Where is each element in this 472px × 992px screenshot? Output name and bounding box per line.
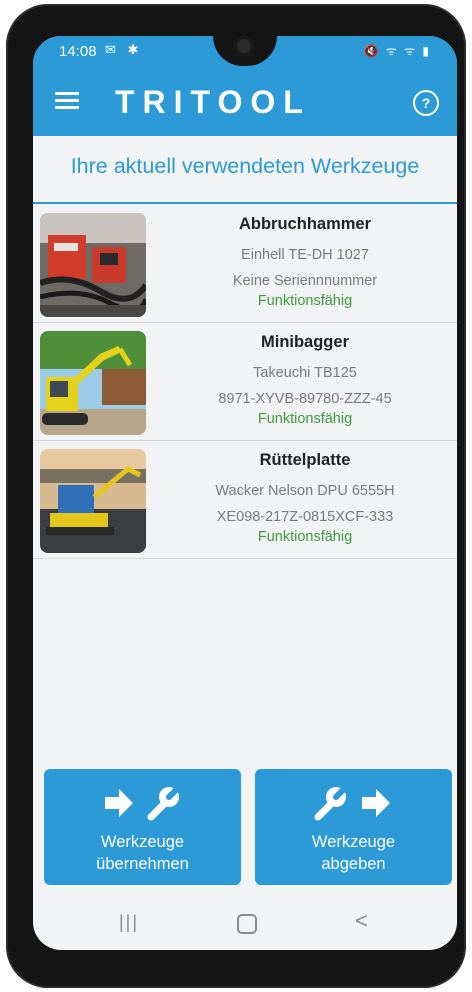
take-tools-label-line2: übernehmen [96,855,189,873]
tool-serial: XE098-217Z-0815XCF-333 [216,509,394,525]
tool-list: Abbruchhammer Einhell TE-DH 1027 Keine S… [33,205,457,559]
menu-line [55,99,79,102]
menu-line [55,106,79,109]
status-notification-icons: ✉ ✱ [105,42,143,57]
tool-serial: Keine Seriennnummer [232,273,378,289]
take-tools-button[interactable]: Werkzeuge übernehmen [44,769,241,885]
wrench-icon [314,786,347,821]
status-system-icons: 🔇 ᯤ ᯤ ▮ [363,44,431,58]
question-circle-icon[interactable]: ? [413,90,439,116]
tool-info: Rüttelplatte Wacker Nelson DPU 6555H XE0… [153,451,457,549]
take-tools-label-line1: Werkzeuge [100,833,185,851]
wrench-icon [147,786,180,821]
screen: 14:08 ✉ ✱ 🔇 ᯤ ᯤ ▮ TRITOOL ? Ihre aktuell… [33,36,457,950]
arrow-right-icon [361,789,390,817]
tool-model: Wacker Nelson DPU 6555H [215,483,395,499]
tool-name: Rüttelplatte [259,451,351,469]
tool-status: Funktionsfähig [257,411,353,427]
tool-name: Abbruchhammer [238,215,372,233]
return-tools-icons [255,785,452,821]
back-icon[interactable]: < [355,908,368,934]
tool-info: Minibagger Takeuchi TB125 8971-XYVB-8978… [153,333,457,431]
return-tools-label: Werkzeuge abgeben [255,831,452,875]
tool-serial: 8971-XYVB-89780-ZZZ-45 [218,391,392,407]
hamburger-menu-icon[interactable] [55,92,79,110]
menu-line [55,92,79,95]
take-tools-label: Werkzeuge übernehmen [44,831,241,875]
tool-thumbnail-mini-excavator [40,331,146,435]
tool-status: Funktionsfähig [257,293,353,309]
status-time: 14:08 [59,43,97,60]
return-tools-label-line1: Werkzeuge [311,833,396,851]
app-logo: TRITOOL [115,84,311,120]
tool-row-ruettelplatte[interactable]: Rüttelplatte Wacker Nelson DPU 6555H XE0… [33,441,457,559]
phone-frame: 14:08 ✉ ✱ 🔇 ᯤ ᯤ ▮ TRITOOL ? Ihre aktuell… [6,4,466,988]
system-navigation-bar: ||| < [33,898,457,950]
page-title: Ihre aktuell verwendeten Werkzeuge [70,154,420,178]
home-icon[interactable] [237,914,257,934]
front-camera [234,36,254,56]
take-tools-icons [44,785,241,821]
recent-apps-icon[interactable]: ||| [119,912,139,933]
tool-status: Funktionsfähig [257,529,353,545]
tool-row-minibagger[interactable]: Minibagger Takeuchi TB125 8971-XYVB-8978… [33,323,457,441]
tool-row-abbruchhammer[interactable]: Abbruchhammer Einhell TE-DH 1027 Keine S… [33,205,457,323]
title-divider [33,202,457,204]
tool-name: Minibagger [260,333,349,351]
arrow-right-icon [104,789,133,817]
tool-thumbnail-plate-compactor [40,449,146,553]
tool-thumbnail-jackhammer [40,213,146,317]
tool-info: Abbruchhammer Einhell TE-DH 1027 Keine S… [153,215,457,313]
return-tools-button[interactable]: Werkzeuge abgeben [255,769,452,885]
tool-model: Einhell TE-DH 1027 [241,247,369,263]
return-tools-label-line2: abgeben [321,855,386,873]
tool-model: Takeuchi TB125 [253,365,357,381]
